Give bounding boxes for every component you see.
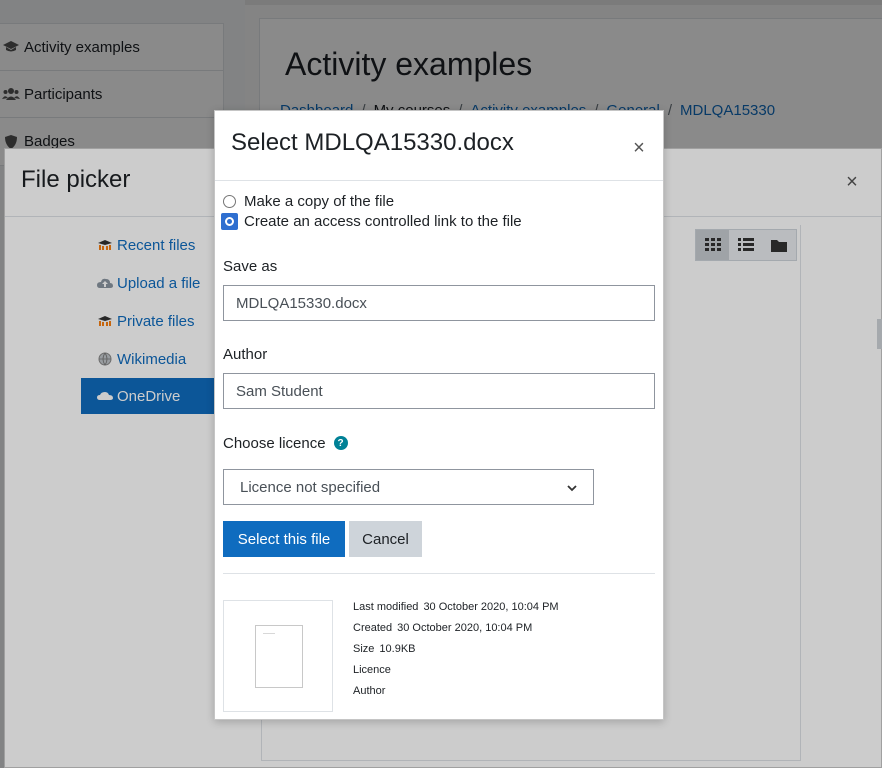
select-dialog-title: Select MDLQA15330.docx	[231, 129, 514, 156]
document-icon	[255, 625, 303, 688]
licence-label: Choose licence	[223, 435, 326, 452]
divider	[223, 573, 655, 574]
select-dialog-header: Select MDLQA15330.docx ×	[215, 111, 663, 181]
select-file-dialog: Select MDLQA15330.docx × Make a copy of …	[214, 110, 664, 720]
help-icon[interactable]: ?	[333, 436, 348, 451]
radio-access-link[interactable]	[221, 213, 238, 230]
meta-last-modified: Last modified 30 October 2020, 10:04 PM	[353, 601, 559, 613]
author-label: Author	[223, 346, 268, 363]
licence-label-row: Choose licence?	[223, 435, 348, 452]
meta-size: Size 10.9KB	[353, 643, 416, 655]
select-this-file-button[interactable]: Select this file	[223, 521, 345, 557]
file-thumbnail	[223, 600, 333, 712]
meta-author: Author	[353, 685, 386, 697]
meta-licence: Licence	[353, 664, 391, 676]
chevron-down-icon	[567, 479, 577, 496]
option-make-copy[interactable]: Make a copy of the file	[223, 193, 394, 210]
close-icon[interactable]: ×	[631, 138, 647, 158]
licence-select-value: Licence not specified	[240, 478, 381, 496]
option-label: Make a copy of the file	[244, 193, 395, 210]
licence-select[interactable]: Licence not specified	[223, 469, 594, 505]
option-access-link[interactable]: Create an access controlled link to the …	[221, 213, 522, 230]
meta-created: Created 30 October 2020, 10:04 PM	[353, 622, 533, 634]
radio-make-copy[interactable]	[223, 195, 236, 208]
save-as-input[interactable]	[223, 285, 655, 321]
author-input[interactable]	[223, 373, 655, 409]
option-label: Create an access controlled link to the …	[244, 213, 522, 230]
save-as-label: Save as	[223, 258, 278, 275]
cancel-button[interactable]: Cancel	[349, 521, 422, 557]
